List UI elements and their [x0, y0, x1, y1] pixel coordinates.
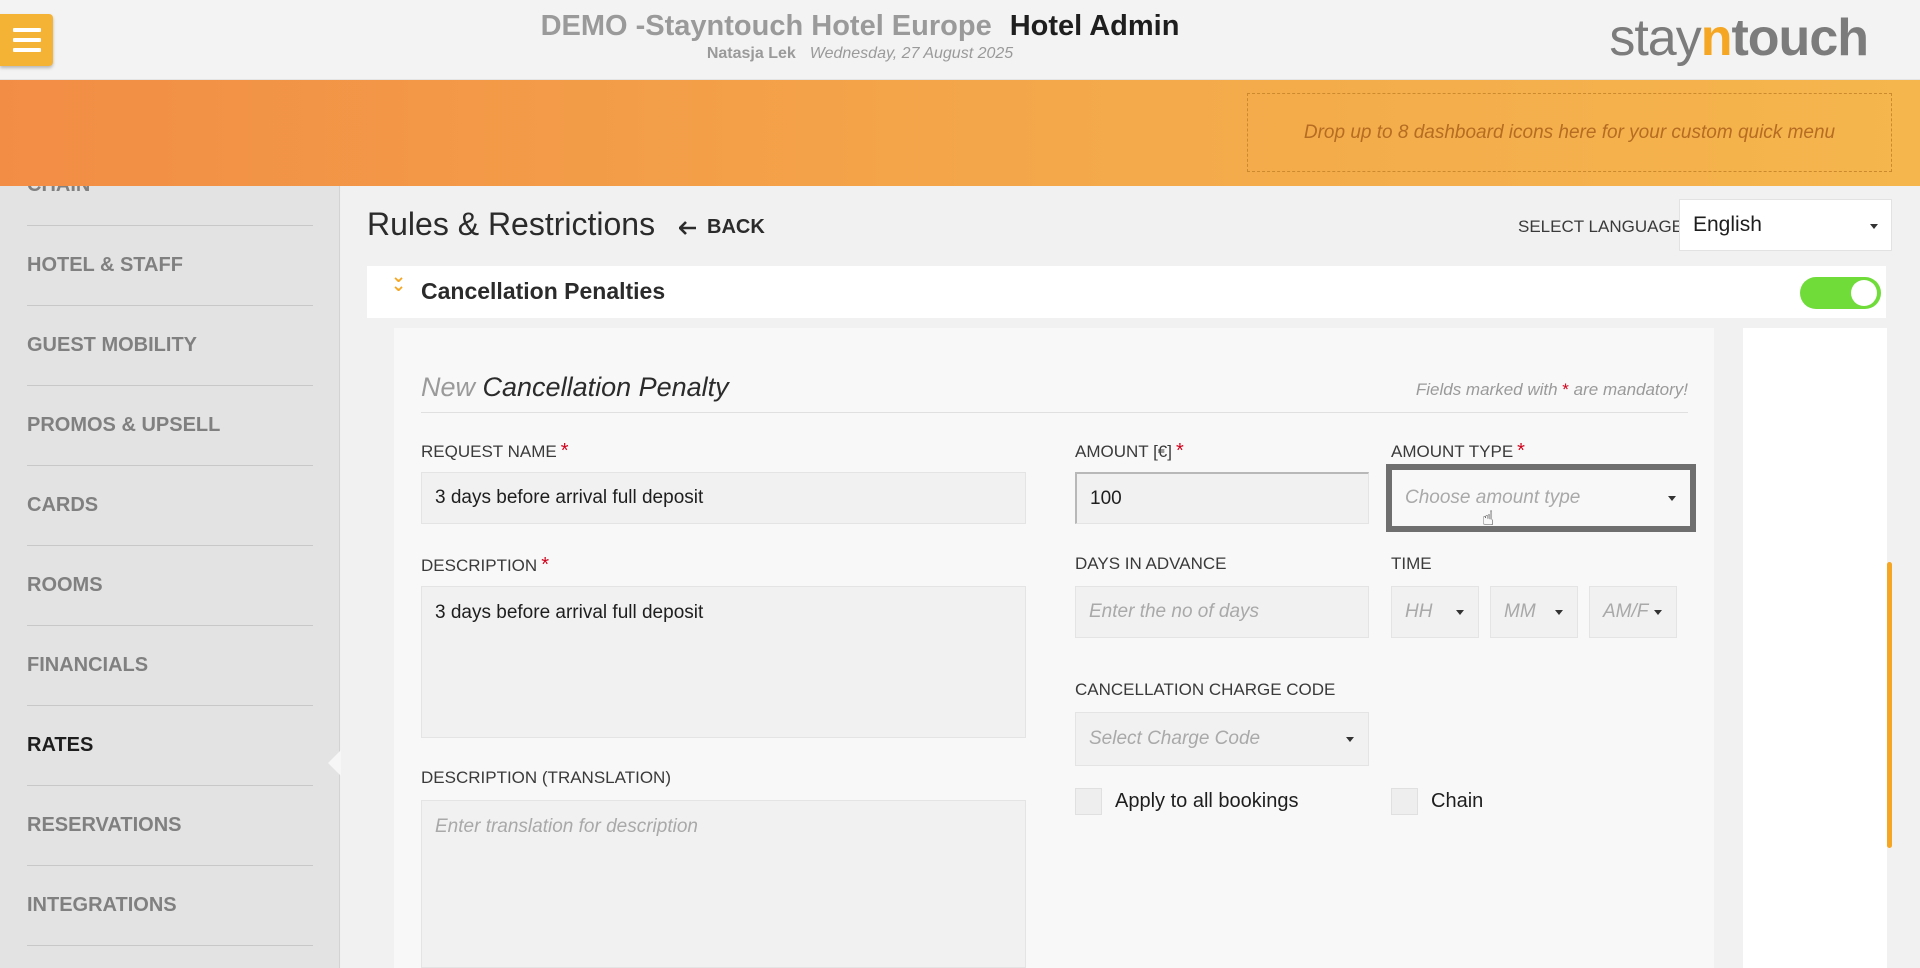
language-value: English: [1693, 213, 1762, 236]
description-translation-textarea[interactable]: Enter translation for description: [421, 800, 1026, 968]
time-ampm-value: AM/F: [1603, 601, 1649, 622]
sidebar-item-chain[interactable]: CHAIN: [27, 186, 313, 226]
chevron-down-icon: [1346, 737, 1354, 742]
language-select[interactable]: English: [1679, 199, 1892, 251]
days-in-advance-input[interactable]: Enter the no of days: [1075, 586, 1369, 638]
user-name: Natasja Lek: [706, 45, 796, 62]
toggle-knob: [1851, 280, 1877, 306]
sidebar-item-reservations[interactable]: RESERVATIONS: [27, 786, 313, 866]
chevron-down-icon: [1555, 610, 1563, 615]
stayntouch-logo: stayntouch: [1609, 9, 1869, 67]
back-arrow-icon: [679, 220, 696, 235]
form-heading-new: New: [421, 372, 476, 402]
page-title: Rules & Restrictions: [367, 206, 656, 242]
time-label: TIME: [1391, 554, 1432, 573]
cancellation-penalties-toggle[interactable]: [1800, 277, 1881, 309]
section-title: Cancellation Penalties: [421, 278, 666, 304]
active-item-pointer: [328, 750, 341, 776]
amount-label: AMOUNT [€] *: [1075, 440, 1184, 462]
header-title: DEMO -Stayntouch Hotel Europe Hotel Admin: [0, 10, 1720, 43]
sidebar-item-integrations[interactable]: INTEGRATIONS: [27, 866, 313, 946]
request-name-input[interactable]: 3 days before arrival full deposit: [421, 472, 1026, 524]
chevron-down-icon: [1870, 224, 1878, 229]
main-content: Rules & Restrictions BACK SELECT LANGUAG…: [341, 186, 1920, 968]
scrollbar[interactable]: [1887, 562, 1892, 848]
chain-checkbox[interactable]: [1391, 788, 1418, 815]
time-minute-value: MM: [1504, 601, 1536, 622]
app-name: Hotel Admin: [1009, 10, 1180, 42]
quick-menu-dropzone[interactable]: Drop up to 8 dashboard icons here for yo…: [1247, 93, 1892, 172]
back-label: BACK: [707, 216, 765, 238]
header-subtitle: Natasja Lek Wednesday, 27 August 2025: [0, 45, 1720, 63]
description-label: DESCRIPTION *: [421, 554, 549, 576]
cancellation-charge-code-label: CANCELLATION CHARGE CODE: [1075, 680, 1336, 699]
time-ampm-select[interactable]: AM/F: [1589, 586, 1677, 638]
description-textarea[interactable]: 3 days before arrival full deposit: [421, 586, 1026, 738]
request-name-label: REQUEST NAME *: [421, 440, 569, 462]
quick-menu-banner: Drop up to 8 dashboard icons here for yo…: [0, 80, 1920, 186]
new-penalty-form: New Cancellation Penalty Fields marked w…: [394, 328, 1714, 968]
mandatory-note: Fields marked with * are mandatory!: [1415, 380, 1688, 399]
sidebar-item-financials[interactable]: FINANCIALS: [27, 626, 313, 706]
hand-cursor-icon: ☝: [1482, 508, 1495, 530]
chevron-down-icon: [1654, 610, 1662, 615]
sidebar-item-rooms[interactable]: ROOMS: [27, 546, 313, 626]
chevron-down-icon: [1668, 496, 1676, 501]
top-header: DEMO -Stayntouch Hotel Europe Hotel Admin…: [0, 0, 1920, 80]
chevron-down-icon: [1456, 610, 1464, 615]
sidebar-item-promos-upsell[interactable]: PROMOS & UPSELL: [27, 386, 313, 466]
sidebar-item-rates[interactable]: RATES: [27, 706, 313, 786]
double-chevron-down-icon: ⌄ ⌄: [391, 266, 407, 295]
form-divider: [421, 412, 1688, 413]
amount-input[interactable]: 100: [1075, 472, 1369, 524]
time-minute-select[interactable]: MM: [1490, 586, 1578, 638]
right-panel: [1743, 328, 1887, 968]
select-language-label: SELECT LANGUAGE: [1518, 217, 1684, 236]
description-translation-label: DESCRIPTION (TRANSLATION): [421, 768, 671, 787]
time-hour-select[interactable]: HH: [1391, 586, 1479, 638]
header-center: DEMO -Stayntouch Hotel Europe Hotel Admin…: [0, 10, 1720, 63]
charge-code-placeholder: Select Charge Code: [1089, 728, 1261, 749]
form-heading-rest: Cancellation Penalty: [482, 372, 729, 402]
time-hour-value: HH: [1405, 601, 1433, 622]
back-button[interactable]: BACK: [679, 216, 765, 239]
sidebar-item-cards[interactable]: CARDS: [27, 466, 313, 546]
sidebar: CHAIN HOTEL & STAFF GUEST MOBILITY PROMO…: [0, 186, 340, 968]
cancellation-penalties-header[interactable]: ⌄ ⌄ Cancellation Penalties: [367, 266, 1886, 318]
amount-type-select[interactable]: Choose amount type: [1386, 464, 1696, 532]
amount-type-label: AMOUNT TYPE *: [1391, 440, 1525, 462]
form-heading: New Cancellation Penalty: [421, 372, 729, 403]
apply-to-all-bookings-label: Apply to all bookings: [1115, 790, 1299, 812]
sidebar-item-guest-mobility[interactable]: GUEST MOBILITY: [27, 306, 313, 386]
days-in-advance-label: DAYS IN ADVANCE: [1075, 554, 1227, 573]
hotel-name: DEMO -Stayntouch Hotel Europe: [540, 10, 992, 42]
chain-label: Chain: [1431, 790, 1484, 812]
sidebar-item-hotel-staff[interactable]: HOTEL & STAFF: [27, 226, 313, 306]
current-date: Wednesday, 27 August 2025: [809, 45, 1014, 62]
charge-code-select[interactable]: Select Charge Code: [1075, 712, 1369, 766]
apply-to-all-bookings-checkbox[interactable]: [1075, 788, 1102, 815]
